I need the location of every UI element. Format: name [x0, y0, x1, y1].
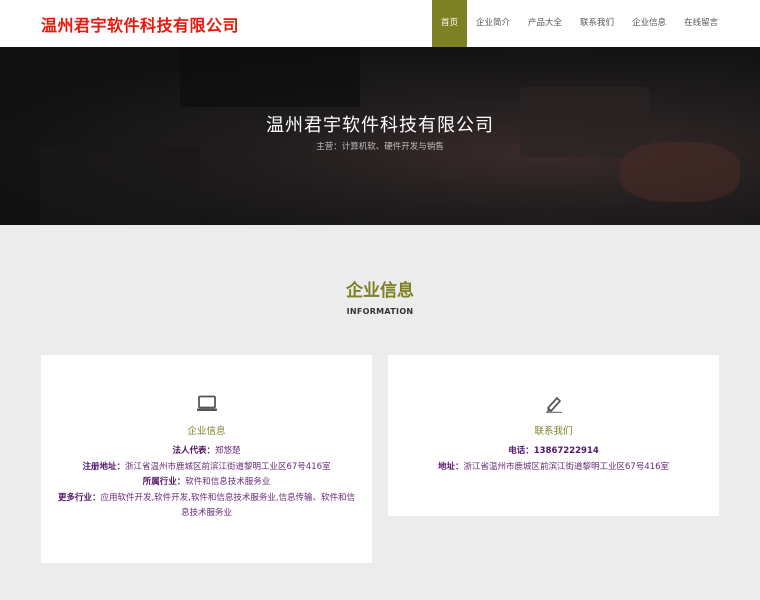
hero-title: 温州君宇软件科技有限公司: [266, 115, 494, 136]
phone-row: 电话：13867222914: [404, 444, 703, 460]
nav-item-about[interactable]: 企业简介: [467, 0, 519, 47]
legal-rep-label: 法人代表：: [172, 446, 215, 456]
nav-item-products[interactable]: 产品大全: [519, 0, 571, 47]
hero-background-shape: [180, 47, 360, 107]
laptop-icon: [41, 395, 372, 415]
more-industry-value: 应用软件开发,软件开发,软件和信息技术服务业,信息传输、软件和信息技术服务业: [100, 492, 356, 519]
contact-heading: 联系我们: [534, 426, 573, 437]
contact-details: 电话：13867222914 地址：浙江省温州市鹿城区前滨江街道黎明工业区67号…: [404, 444, 703, 475]
company-info-heading: 企业信息: [187, 426, 226, 437]
registered-address-label: 注册地址：: [82, 461, 125, 472]
contact-card: 联系我们 电话：13867222914 地址：浙江省温州市鹿城区前滨江街道黎明工…: [388, 355, 719, 516]
section-title: 企业信息: [346, 281, 414, 301]
nav-item-home[interactable]: 首页: [432, 0, 468, 47]
industry-value: 软件和信息技术服务业: [185, 477, 271, 487]
top-header: 温州君宇软件科技有限公司 首页 企业简介 产品大全 联系我们 企业信息 在线留言: [0, 0, 760, 47]
legal-rep-row: 法人代表：郑悠楚: [57, 444, 356, 460]
pencil-icon: [388, 395, 719, 415]
industry-row: 所属行业：软件和信息技术服务业: [57, 475, 356, 491]
phone-value[interactable]: 13867222914: [534, 446, 599, 456]
hero-background-shape: [40, 147, 200, 225]
hero-subtitle: 主营：计算机软、硬件开发与销售: [316, 142, 444, 152]
company-info-card: 企业信息 法人代表：郑悠楚 注册地址：浙江省温州市鹿城区前滨江街道黎明工业区67…: [41, 355, 372, 563]
main-nav: 首页 企业简介 产品大全 联系我们 企业信息 在线留言: [432, 0, 727, 47]
registered-address-value: 浙江省温州市鹿城区前滨江街道黎明工业区67号416室: [124, 461, 331, 472]
more-industry-row: 更多行业：应用软件开发,软件开发,软件和信息技术服务业,信息传输、软件和信息技术…: [57, 491, 356, 522]
industry-label: 所属行业：: [142, 477, 186, 487]
registered-address-row: 注册地址：浙江省温州市鹿城区前滨江街道黎明工业区67号416室: [57, 460, 356, 476]
contact-address-value: 浙江省温州市鹿城区前滨江街道黎明工业区67号416室: [463, 461, 670, 472]
nav-item-company-info[interactable]: 企业信息: [623, 0, 675, 47]
more-industry-label: 更多行业：: [57, 492, 101, 503]
section-subtitle: INFORMATION: [346, 307, 414, 316]
company-info-details: 法人代表：郑悠楚 注册地址：浙江省温州市鹿城区前滨江街道黎明工业区67号416室…: [57, 444, 356, 522]
nav-item-contact[interactable]: 联系我们: [571, 0, 623, 47]
phone-label: 电话：: [508, 446, 534, 456]
site-logo[interactable]: 温州君宇软件科技有限公司: [41, 12, 239, 36]
contact-address-label: 地址：: [437, 461, 464, 472]
hero-banner: 温州君宇软件科技有限公司 主营：计算机软、硬件开发与销售: [0, 47, 760, 225]
legal-rep-value: 郑悠楚: [215, 446, 241, 456]
contact-address-row: 地址：浙江省温州市鹿城区前滨江街道黎明工业区67号416室: [404, 460, 703, 476]
nav-item-message[interactable]: 在线留言: [675, 0, 727, 47]
